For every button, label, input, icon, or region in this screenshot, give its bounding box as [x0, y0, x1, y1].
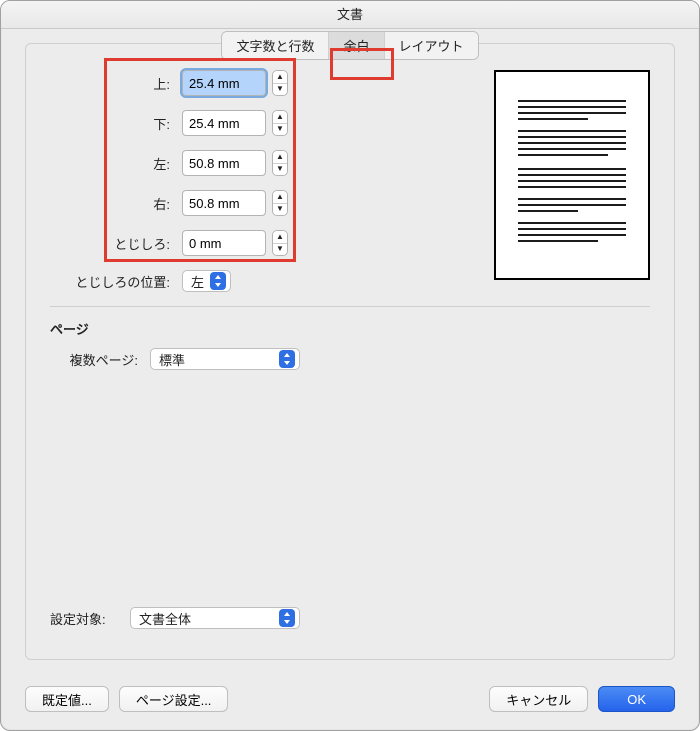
chevron-down-icon[interactable]: ▼ [273, 164, 287, 176]
input-right[interactable] [182, 190, 266, 216]
label-top: 上: [50, 74, 182, 93]
defaults-button[interactable]: 既定値... [25, 686, 109, 712]
spin-left: ▲ ▼ [182, 150, 288, 176]
row-left: 左: ▲ ▼ [50, 150, 320, 176]
chevron-up-icon[interactable]: ▲ [273, 111, 287, 124]
footer: 既定値... ページ設定... キャンセル OK [25, 686, 675, 712]
row-applyto: 設定対象: 文書全体 [50, 607, 300, 629]
window-title: 文書 [1, 1, 699, 29]
spin-top: ▲ ▼ [182, 70, 288, 96]
row-top: 上: ▲ ▼ [50, 70, 320, 96]
input-gutter[interactable] [182, 230, 266, 256]
select-multipage[interactable]: 標準 [150, 348, 300, 370]
label-gutter: とじしろ: [50, 234, 182, 253]
row-right: 右: ▲ ▼ [50, 190, 320, 216]
document-dialog: 文書 文字数と行数 余白 レイアウト 上: ▲ ▼ [0, 0, 700, 731]
label-applyto: 設定対象: [50, 609, 130, 628]
tabstrip: 文字数と行数 余白 レイアウト [221, 31, 478, 60]
chevron-up-icon[interactable]: ▲ [273, 151, 287, 164]
tab-chars[interactable]: 文字数と行数 [222, 32, 329, 59]
chevron-up-icon[interactable]: ▲ [273, 191, 287, 204]
label-multipage: 複数ページ: [50, 350, 150, 369]
row-multipage: 複数ページ: 標準 [50, 348, 650, 370]
row-bottom: 下: ▲ ▼ [50, 110, 320, 136]
tab-margins[interactable]: 余白 [329, 32, 384, 59]
section-page: ページ [50, 319, 650, 338]
chevron-down-icon[interactable]: ▼ [273, 84, 287, 96]
input-bottom[interactable] [182, 110, 266, 136]
input-top[interactable] [182, 70, 266, 96]
separator [50, 306, 650, 307]
select-gutter-pos[interactable]: 左 [182, 270, 231, 292]
chevron-up-icon[interactable]: ▲ [273, 231, 287, 244]
chevron-down-icon[interactable]: ▼ [273, 204, 287, 216]
label-left: 左: [50, 154, 182, 173]
select-multipage-value: 標準 [159, 350, 185, 369]
stepper-top[interactable]: ▲ ▼ [272, 70, 288, 96]
select-applyto-value: 文書全体 [139, 609, 191, 628]
page-setup-button[interactable]: ページ設定... [119, 686, 229, 712]
tabstrip-wrap: 文字数と行数 余白 レイアウト [26, 31, 674, 60]
ok-button[interactable]: OK [598, 686, 675, 712]
label-bottom: 下: [50, 114, 182, 133]
cancel-button[interactable]: キャンセル [489, 686, 588, 712]
select-applyto[interactable]: 文書全体 [130, 607, 300, 629]
label-gutter-pos: とじしろの位置: [50, 272, 182, 291]
content-pane: 文字数と行数 余白 レイアウト 上: ▲ ▼ [25, 43, 675, 660]
stepper-gutter[interactable]: ▲ ▼ [272, 230, 288, 256]
stepper-right[interactable]: ▲ ▼ [272, 190, 288, 216]
row-gutter: とじしろ: ▲ ▼ [50, 230, 320, 256]
updown-icon [279, 609, 295, 627]
input-left[interactable] [182, 150, 266, 176]
stepper-bottom[interactable]: ▲ ▼ [272, 110, 288, 136]
updown-icon [210, 272, 226, 290]
chevron-down-icon[interactable]: ▼ [273, 244, 287, 256]
margins-group: 上: ▲ ▼ 下: ▲ ▼ [50, 70, 320, 256]
spin-gutter: ▲ ▼ [182, 230, 288, 256]
spin-bottom: ▲ ▼ [182, 110, 288, 136]
select-gutter-pos-value: 左 [191, 272, 204, 291]
spin-right: ▲ ▼ [182, 190, 288, 216]
label-right: 右: [50, 194, 182, 213]
stepper-left[interactable]: ▲ ▼ [272, 150, 288, 176]
chevron-up-icon[interactable]: ▲ [273, 71, 287, 84]
page-preview [494, 70, 650, 280]
updown-icon [279, 350, 295, 368]
chevron-down-icon[interactable]: ▼ [273, 124, 287, 136]
tab-layout[interactable]: レイアウト [385, 32, 478, 59]
